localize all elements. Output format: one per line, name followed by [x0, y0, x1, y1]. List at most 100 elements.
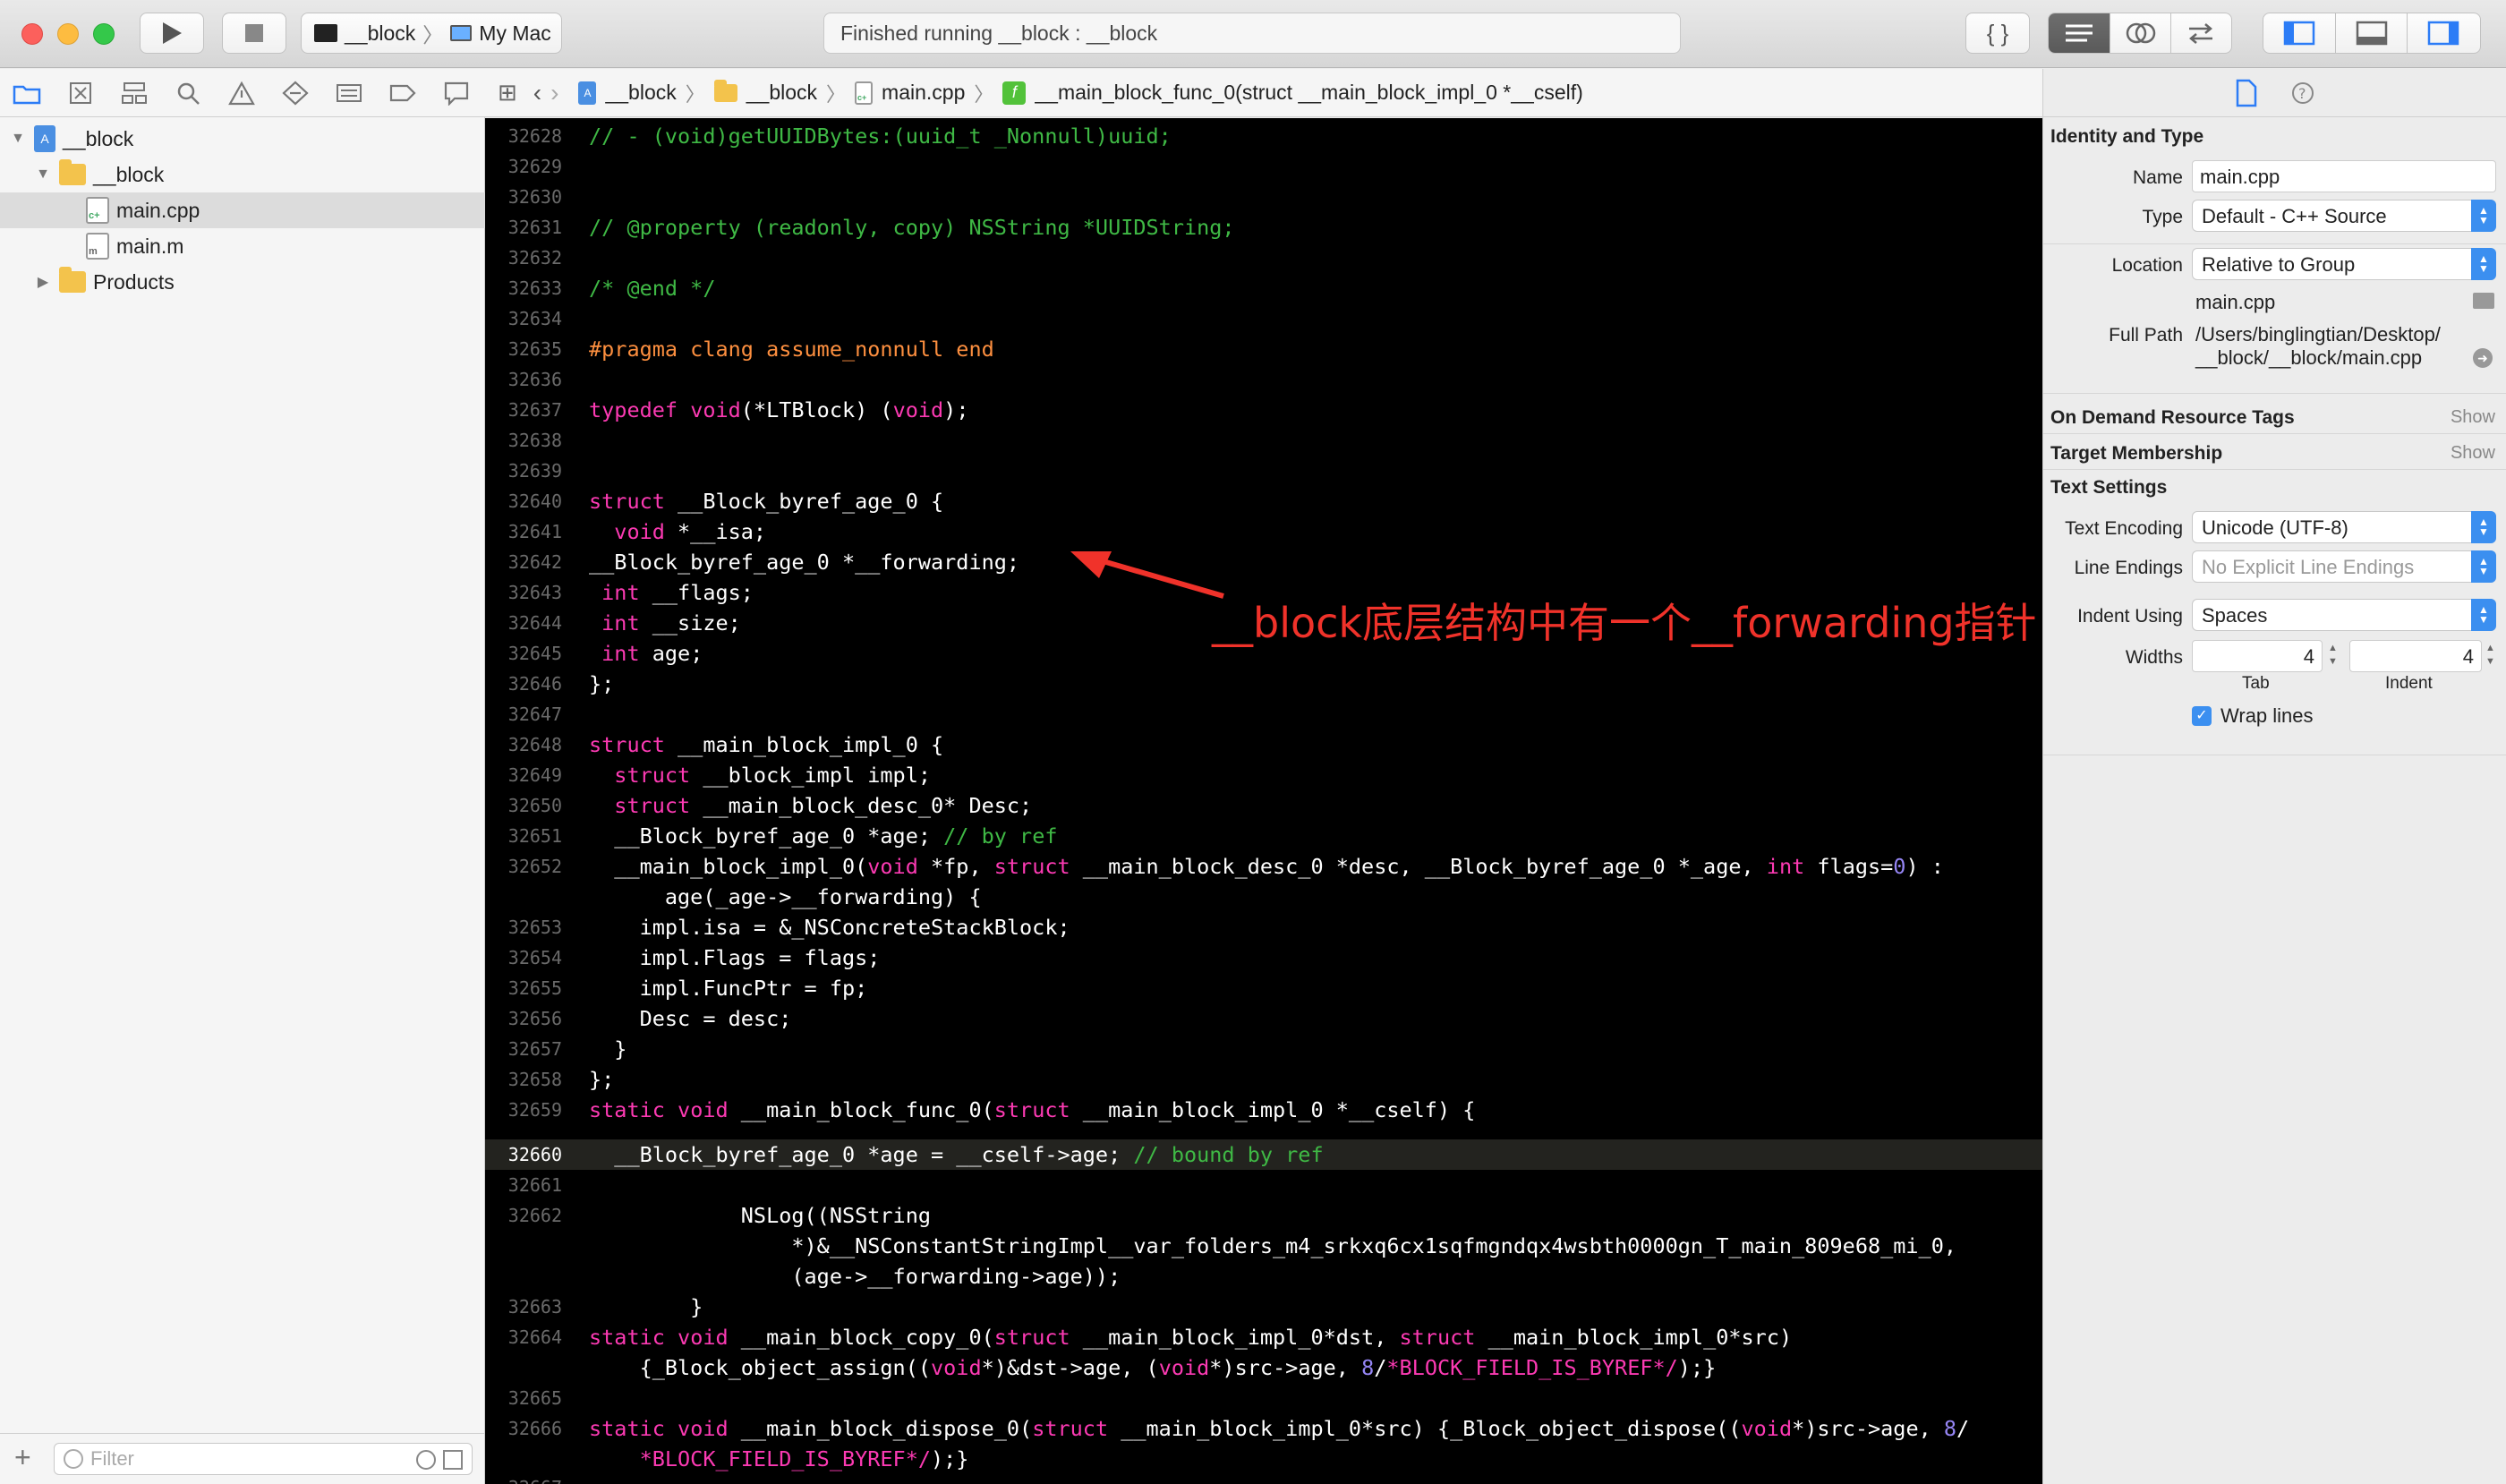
folder-icon[interactable] — [2473, 293, 2494, 309]
name-field[interactable]: main.cpp — [2192, 160, 2496, 192]
project-navigator-tab[interactable] — [9, 75, 45, 111]
venn-icon — [2126, 22, 2155, 44]
tree-row-group[interactable]: ▼ __block — [0, 157, 485, 192]
wrap-lines-label: Wrap lines — [2220, 704, 2314, 727]
terminal-icon — [314, 24, 337, 42]
back-button[interactable]: ‹ — [533, 79, 541, 107]
popup-arrows-icon: ▲ ▼ — [2471, 599, 2496, 631]
crumb-project[interactable]: __block — [605, 81, 676, 105]
tree-row-main-cpp[interactable]: c+ main.cpp — [0, 192, 485, 228]
zoom-window-button[interactable] — [93, 23, 115, 45]
tree-row-project[interactable]: ▼ A __block — [0, 121, 485, 157]
warning-icon — [228, 81, 255, 105]
code-line: typedef void(*LTBlock) (void); — [589, 397, 969, 422]
wrap-lines-checkbox[interactable]: ✓ — [2192, 706, 2212, 726]
tab-caption: Tab — [2242, 674, 2270, 693]
location-value: Relative to Group — [2202, 253, 2356, 276]
indent-using-popup[interactable]: Spaces ▲ ▼ — [2192, 599, 2496, 631]
type-popup[interactable]: Default - C++ Source ▲ ▼ — [2192, 200, 2496, 232]
assistant-editor-button[interactable] — [2110, 13, 2171, 53]
line-number: 32648 — [507, 734, 562, 755]
crumb-file[interactable]: main.cpp — [882, 81, 965, 105]
scm-filter-icon[interactable] — [443, 1450, 463, 1470]
indent-caption: Indent — [2385, 674, 2433, 693]
line-number: 32633 — [507, 277, 562, 299]
line-endings-popup[interactable]: No Explicit Line Endings ▲ ▼ — [2192, 550, 2496, 583]
library-button[interactable]: { } — [1965, 13, 2030, 54]
code-line: NSLog((NSString — [589, 1203, 932, 1228]
tree-row-products[interactable]: ▶ Products — [0, 264, 485, 300]
line-number: 32634 — [507, 308, 562, 329]
related-items-icon[interactable]: ⊞ — [498, 79, 517, 107]
code-line: impl.Flags = flags; — [589, 945, 881, 970]
minimize-window-button[interactable] — [57, 23, 79, 45]
scheme-target: __block — [345, 21, 416, 45]
panel-visibility-control — [2263, 13, 2481, 54]
scheme-selector[interactable]: __block 〉 My Mac — [301, 13, 562, 54]
close-window-button[interactable] — [21, 23, 43, 45]
line-number: 32659 — [507, 1099, 562, 1121]
source-control-navigator-tab[interactable] — [63, 75, 98, 111]
add-icon[interactable]: + — [14, 1441, 31, 1474]
code-line: int __flags; — [601, 580, 754, 605]
line-number: 32652 — [507, 856, 562, 877]
folder-icon — [13, 85, 41, 104]
stop-button[interactable] — [222, 13, 286, 54]
svg-text:?: ? — [2298, 85, 2306, 102]
test-navigator-tab[interactable] — [277, 75, 313, 111]
odr-show-button[interactable]: Show — [2451, 407, 2495, 428]
help-icon[interactable]: ? — [2290, 81, 2315, 106]
tab-stepper[interactable]: ▲ ▼ — [2328, 642, 2338, 669]
arrows-icon — [2189, 23, 2213, 44]
debug-navigator-tab[interactable] — [331, 75, 367, 111]
breakpoint-navigator-tab[interactable] — [385, 75, 421, 111]
find-navigator-tab[interactable] — [170, 75, 206, 111]
target-show-button[interactable]: Show — [2451, 443, 2495, 464]
line-number: 32647 — [507, 704, 562, 725]
reveal-arrow-icon[interactable]: ➜ — [2473, 348, 2493, 368]
tree-label: main.cpp — [116, 198, 200, 222]
encoding-popup[interactable]: Unicode (UTF-8) ▲ ▼ — [2192, 511, 2496, 543]
crumb-symbol[interactable]: __main_block_func_0(struct __main_block_… — [1035, 81, 1582, 105]
location-label: Location — [2111, 255, 2183, 276]
run-button[interactable] — [140, 13, 204, 54]
indent-using-label: Indent Using — [2077, 606, 2183, 627]
forward-button[interactable]: › — [550, 79, 558, 107]
toggle-navigator-button[interactable] — [2263, 13, 2337, 53]
code-line: impl.FuncPtr = fp; — [589, 976, 868, 1001]
indent-width-field[interactable]: 4 — [2349, 640, 2482, 672]
report-navigator-tab[interactable] — [439, 75, 474, 111]
location-popup[interactable]: Relative to Group ▲ ▼ — [2192, 248, 2496, 280]
toggle-inspector-button[interactable] — [2408, 13, 2480, 53]
activity-status: Finished running __block : __block — [823, 13, 1681, 54]
hierarchy-icon — [122, 81, 147, 104]
tree-row-main-m[interactable]: m main.m — [0, 228, 485, 264]
crumb-group[interactable]: __block — [746, 81, 817, 105]
code-line: Desc = desc; — [589, 1006, 792, 1031]
popup-arrows-icon: ▲ ▼ — [2471, 200, 2496, 232]
line-number: 32629 — [507, 156, 562, 177]
name-label: Name — [2132, 167, 2183, 188]
indent-using-value: Spaces — [2202, 604, 2268, 627]
toggle-debug-area-button[interactable] — [2336, 13, 2408, 53]
indent-stepper[interactable]: ▲ ▼ — [2485, 642, 2495, 669]
standard-editor-button[interactable] — [2049, 13, 2111, 53]
code-line: struct __main_block_desc_0* Desc; — [614, 793, 1033, 818]
version-editor-button[interactable] — [2171, 13, 2231, 53]
file-inspector-tab-icon[interactable] — [2235, 79, 2258, 107]
code-line: struct __main_block_impl_0 { — [589, 732, 944, 757]
source-editor[interactable]: 32628 // - (void)getUUIDBytes:(uuid_t _N… — [485, 118, 2042, 1484]
clock-icon[interactable] — [416, 1450, 436, 1470]
code-line: static void __main_block_func_0(struct _… — [589, 1097, 1476, 1122]
type-label: Type — [2142, 207, 2183, 227]
line-number: 32657 — [507, 1038, 562, 1060]
issue-navigator-tab[interactable] — [224, 75, 260, 111]
line-number: 32635 — [507, 338, 562, 360]
filter-field[interactable]: Filter — [54, 1443, 473, 1475]
line-number: 32664 — [507, 1326, 562, 1348]
symbol-navigator-tab[interactable] — [116, 75, 152, 111]
divider — [2043, 243, 2506, 244]
line-number: 32661 — [507, 1174, 562, 1196]
chevron-right-icon: 〉 — [422, 23, 444, 47]
tab-width-field[interactable]: 4 — [2192, 640, 2323, 672]
